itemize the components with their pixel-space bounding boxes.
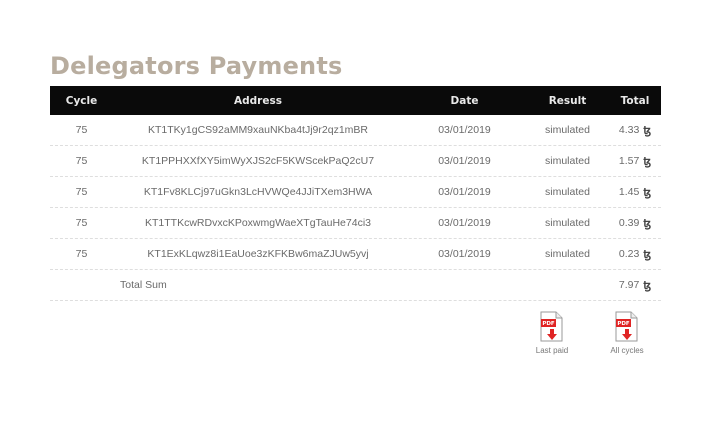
- header-address[interactable]: Address: [113, 95, 403, 107]
- cell-cycle: 75: [75, 155, 88, 167]
- download-last-paid-button[interactable]: PDF Last paid: [524, 311, 580, 355]
- pdf-badge: PDF: [542, 321, 555, 327]
- download-all-cycles-label: All cycles: [610, 346, 644, 355]
- cell-cycle: 75: [75, 186, 88, 198]
- total-sum-value: 7.97: [618, 279, 640, 291]
- cell-result: simulated: [545, 124, 590, 136]
- cell-total: 4.33 ꜩ: [609, 124, 661, 137]
- total-sum-label: Total Sum: [120, 279, 167, 291]
- header-result[interactable]: Result: [526, 95, 609, 107]
- header-date[interactable]: Date: [403, 95, 526, 107]
- cell-total: 0.23 ꜩ: [609, 248, 661, 261]
- table-row: 75 KT1TKy1gCS92aMM9xauNKba4tJj9r2qz1mBR …: [50, 115, 661, 146]
- cell-total: 0.39 ꜩ: [609, 217, 661, 230]
- total-value: 4.33: [618, 124, 640, 136]
- page-title: Delegators Payments: [50, 52, 343, 80]
- cell-total: 1.45 ꜩ: [609, 186, 661, 199]
- tez-currency-icon: ꜩ: [643, 248, 652, 261]
- total-value: 1.45: [618, 186, 640, 198]
- download-last-paid-label: Last paid: [535, 346, 569, 355]
- payments-table: Cycle Address Date Result Total 75 KT1TK…: [50, 86, 661, 301]
- table-row: 75 KT1Fv8KLCj97uGkn3LcHVWQe4JJiTXem3HWA …: [50, 177, 661, 208]
- cell-date: 03/01/2019: [438, 248, 491, 260]
- pdf-icon: PDF: [540, 311, 563, 342]
- cell-result: simulated: [545, 248, 590, 260]
- tez-currency-icon: ꜩ: [643, 186, 652, 199]
- download-section: PDF Last paid PDF All cycles: [0, 311, 713, 371]
- total-sum-row: Total Sum 7.97 ꜩ: [50, 270, 661, 301]
- tez-currency-icon: ꜩ: [643, 124, 652, 137]
- pdf-icon: PDF: [615, 311, 638, 342]
- total-value: 0.23: [618, 248, 640, 260]
- cell-date: 03/01/2019: [438, 124, 491, 136]
- table-header: Cycle Address Date Result Total: [50, 86, 661, 115]
- pdf-badge: PDF: [617, 321, 630, 327]
- cell-result: simulated: [545, 217, 590, 229]
- tez-currency-icon: ꜩ: [643, 155, 652, 168]
- cell-result: simulated: [545, 155, 590, 167]
- cell-cycle: 75: [75, 124, 88, 136]
- cell-date: 03/01/2019: [438, 217, 491, 229]
- cell-address: KT1Fv8KLCj97uGkn3LcHVWQe4JJiTXem3HWA: [143, 186, 373, 198]
- cell-date: 03/01/2019: [438, 186, 491, 198]
- total-sum-cell: 7.97 ꜩ: [609, 279, 661, 292]
- total-value: 1.57: [618, 155, 640, 167]
- cell-cycle: 75: [75, 248, 88, 260]
- cell-address: KT1TKy1gCS92aMM9xauNKba4tJj9r2qz1mBR: [147, 124, 368, 136]
- download-all-cycles-button[interactable]: PDF All cycles: [599, 311, 655, 355]
- cell-date: 03/01/2019: [438, 155, 491, 167]
- cell-result: simulated: [545, 186, 590, 198]
- cell-address: KT1TTKcwRDvxcKPoxwmgWaeXTgTauHe74ci3: [144, 217, 371, 229]
- total-value: 0.39: [618, 217, 640, 229]
- cell-address: KT1PPHXXfXY5imWyXJS2cF5KWScekPaQ2cU7: [141, 155, 375, 167]
- table-row: 75 KT1TTKcwRDvxcKPoxwmgWaeXTgTauHe74ci3 …: [50, 208, 661, 239]
- cell-address: KT1ExKLqwz8i1EaUoe3zKFKBw6maZJUw5yvj: [147, 248, 369, 260]
- header-cycle[interactable]: Cycle: [50, 95, 113, 107]
- table-row: 75 KT1ExKLqwz8i1EaUoe3zKFKBw6maZJUw5yvj …: [50, 239, 661, 270]
- cell-cycle: 75: [75, 217, 88, 229]
- tez-currency-icon: ꜩ: [643, 279, 652, 292]
- cell-total: 1.57 ꜩ: [609, 155, 661, 168]
- header-total[interactable]: Total: [609, 95, 661, 107]
- tez-currency-icon: ꜩ: [643, 217, 652, 230]
- table-row: 75 KT1PPHXXfXY5imWyXJS2cF5KWScekPaQ2cU7 …: [50, 146, 661, 177]
